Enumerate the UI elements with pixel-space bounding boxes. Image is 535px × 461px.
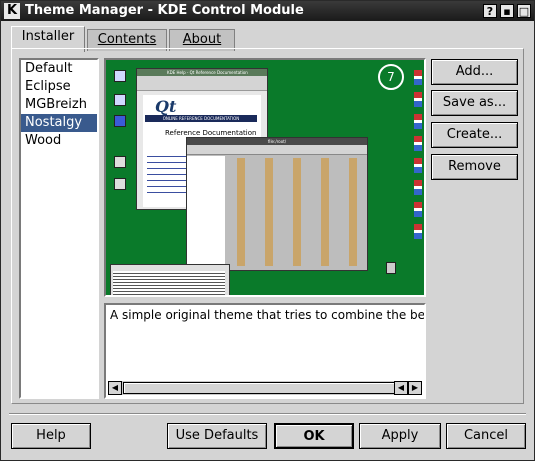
- create-button[interactable]: Create...: [431, 122, 518, 148]
- desktop-icon: [114, 178, 126, 190]
- theme-item-nostalgy[interactable]: Nostalgy: [21, 114, 97, 132]
- theme-item-wood[interactable]: Wood: [21, 132, 97, 150]
- maximize-button[interactable]: □: [517, 4, 531, 18]
- file-manager-toolbar: [187, 145, 367, 155]
- add-button[interactable]: Add...: [431, 59, 518, 85]
- minimize-button[interactable]: ▪: [500, 4, 514, 18]
- theme-manager-window: K Theme Manager - KDE Control Module ? ▪…: [0, 0, 535, 461]
- theme-item-mgbreizh[interactable]: MGBreizh: [21, 96, 97, 114]
- trash-icon: [386, 262, 396, 274]
- apply-button[interactable]: Apply: [359, 423, 441, 449]
- use-defaults-button[interactable]: Use Defaults: [167, 423, 267, 449]
- save-as-button[interactable]: Save as...: [431, 90, 518, 116]
- theme-description[interactable]: A simple original theme that tries to co…: [104, 303, 426, 399]
- qt-heading: Reference Documentation: [165, 129, 257, 137]
- description-text: A simple original theme that tries to co…: [110, 308, 426, 322]
- apply-label: Apply: [381, 428, 419, 443]
- desktop-icon: [114, 94, 126, 106]
- desktop-icon: [114, 70, 126, 82]
- file-manager-icons: [229, 158, 363, 266]
- qt-banner: ONLINE REFERENCE DOCUMENTATION: [145, 115, 257, 122]
- tab-installer-label: Installer: [21, 29, 75, 44]
- theme-preview: 7 KDE Help - Qt Reference Documentation …: [104, 58, 426, 297]
- tab-about-label: About: [182, 32, 222, 47]
- qt-toolbar: [137, 76, 267, 91]
- window-title: Theme Manager - KDE Control Module: [25, 3, 304, 18]
- qt-logo: Qt: [155, 97, 177, 116]
- help-label: Help: [36, 428, 66, 443]
- horizontal-scrollbar[interactable]: ◀ ◀ ▶: [108, 381, 422, 395]
- file-manager-window: file:/root/: [186, 137, 368, 271]
- ok-label: OK: [303, 429, 325, 444]
- help-button[interactable]: Help: [11, 423, 91, 449]
- file-manager-tree: [187, 156, 225, 268]
- help-titlebar-button[interactable]: ?: [483, 4, 497, 18]
- desktop-icon: [114, 156, 126, 168]
- remove-button[interactable]: Remove: [431, 154, 518, 180]
- floppy-icon: [114, 115, 126, 127]
- qt-window-title: KDE Help - Qt Reference Documentation: [137, 69, 267, 76]
- cancel-label: Cancel: [463, 428, 509, 443]
- separator: [9, 413, 526, 415]
- desktop-icon-strip: [414, 70, 422, 240]
- file-manager-title: file:/root/: [187, 138, 367, 145]
- theme-item-default[interactable]: Default: [21, 60, 97, 78]
- scroll-left-icon-2[interactable]: ◀: [394, 381, 408, 395]
- theme-list[interactable]: Default Eclipse MGBreizh Nostalgy Wood: [19, 58, 99, 399]
- kde-logo-icon[interactable]: K: [4, 3, 20, 19]
- scrollbar-thumb[interactable]: [123, 382, 397, 394]
- console-text: [113, 271, 225, 295]
- use-defaults-label: Use Defaults: [175, 428, 259, 443]
- scroll-right-icon[interactable]: ▶: [408, 381, 422, 395]
- clock-icon: 7: [378, 64, 404, 90]
- tab-contents-label: Contents: [97, 32, 157, 47]
- cancel-button[interactable]: Cancel: [446, 423, 526, 449]
- scroll-left-icon[interactable]: ◀: [108, 381, 122, 395]
- theme-item-eclipse[interactable]: Eclipse: [21, 78, 97, 96]
- ok-button[interactable]: OK: [274, 423, 354, 449]
- console-window: [110, 264, 230, 295]
- title-bar[interactable]: K Theme Manager - KDE Control Module ? ▪…: [1, 1, 534, 21]
